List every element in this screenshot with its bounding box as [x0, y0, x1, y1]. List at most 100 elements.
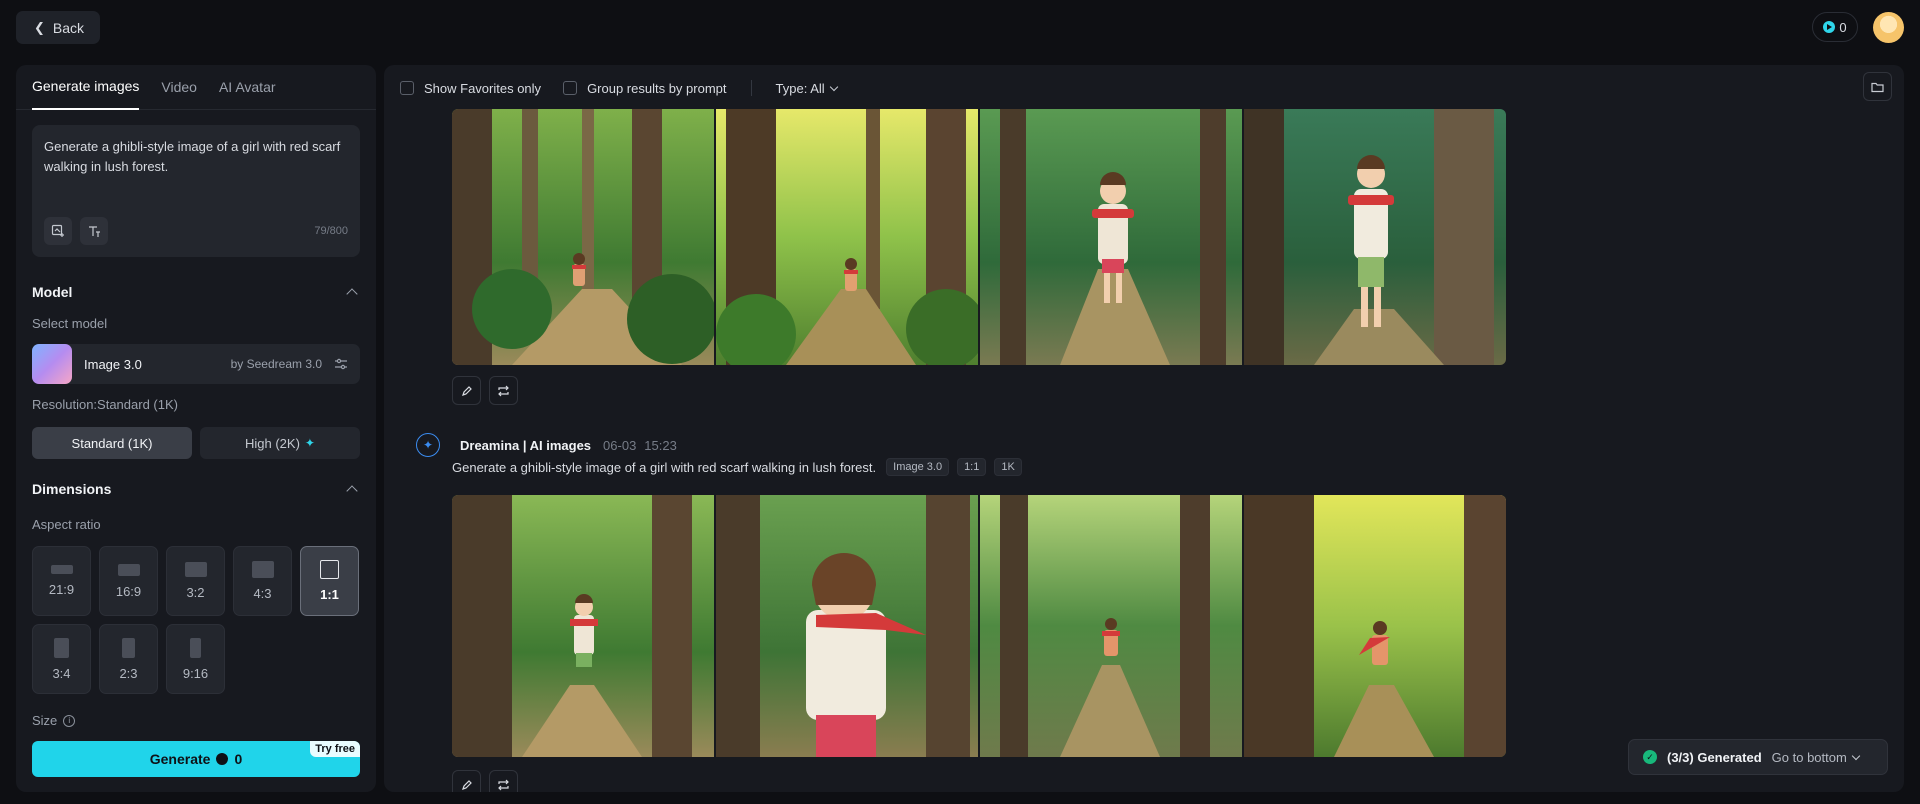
- edit-button[interactable]: [452, 376, 481, 405]
- type-filter-dropdown[interactable]: Type: All: [776, 81, 838, 96]
- generated-image[interactable]: [1244, 495, 1506, 757]
- model-section-title: Model: [32, 284, 73, 300]
- resolution-high-button[interactable]: High (2K) ✦: [200, 427, 360, 459]
- chevron-down-icon: [829, 82, 838, 91]
- go-to-bottom-label: Go to bottom: [1771, 749, 1847, 765]
- go-to-bottom-button[interactable]: Go to bottom: [1771, 749, 1861, 765]
- ratio-21-9[interactable]: 21:9: [32, 546, 91, 616]
- model-tag: Image 3.0: [886, 458, 950, 476]
- favorites-filter[interactable]: Show Favorites only: [400, 81, 541, 96]
- tab-generate-images[interactable]: Generate images: [32, 65, 140, 110]
- filter-bar: Show Favorites only Group results by pro…: [400, 78, 838, 98]
- size-label: Size i: [32, 713, 76, 728]
- dreamina-logo-icon: ✦: [416, 433, 440, 457]
- aspect-ratio-label: Aspect ratio: [32, 517, 101, 532]
- group-by-prompt-filter[interactable]: Group results by prompt: [563, 80, 727, 96]
- resolution-label: Resolution:Standard (1K): [32, 397, 178, 412]
- back-button[interactable]: ❮ Back: [16, 11, 100, 44]
- check-circle-icon: ✓: [1643, 750, 1657, 764]
- text-style-button[interactable]: [80, 217, 108, 245]
- credits-badge[interactable]: 0: [1812, 12, 1858, 42]
- forest-image-1-2: [716, 109, 978, 365]
- tab-video[interactable]: Video: [161, 65, 197, 110]
- tab-ai-avatar[interactable]: AI Avatar: [219, 65, 276, 110]
- generated-image[interactable]: [716, 495, 978, 757]
- ratio-label: 21:9: [48, 582, 75, 597]
- ratio-shape: [320, 560, 339, 579]
- ratio-shape: [190, 637, 201, 658]
- generation-status-toast: ✓ (3/3) Generated Go to bottom: [1628, 739, 1888, 775]
- ratio-label: 4:3: [253, 586, 272, 601]
- generated-image[interactable]: [980, 109, 1242, 365]
- resolution-tag: 1K: [994, 458, 1022, 476]
- ratio-label: 16:9: [115, 583, 142, 599]
- image-set-1: [452, 109, 1506, 365]
- reference-image-button[interactable]: [44, 217, 72, 245]
- ratio-1-1[interactable]: 1:1: [300, 546, 359, 616]
- credit-icon: [1823, 21, 1836, 33]
- generated-image[interactable]: [452, 109, 714, 365]
- checkbox[interactable]: [400, 81, 414, 95]
- model-name: Image 3.0: [84, 356, 142, 372]
- checkbox[interactable]: [563, 81, 578, 95]
- chevron-up-icon: [346, 485, 358, 497]
- chevron-up-icon: [346, 288, 358, 300]
- generated-image[interactable]: [716, 109, 978, 365]
- regenerate-button[interactable]: [489, 376, 518, 405]
- repeat-icon: [498, 385, 509, 396]
- forest-image-1-3: [980, 109, 1242, 365]
- prompt-input[interactable]: Generate a ghibli-style image of a girl …: [32, 125, 360, 257]
- generated-image[interactable]: [980, 495, 1242, 757]
- model-section-header[interactable]: Model: [16, 282, 376, 302]
- select-model-label: Select model: [32, 316, 108, 331]
- ratio-label: 3:2: [186, 585, 205, 600]
- generate-label: Generate: [149, 751, 211, 767]
- image-set-1-actions: [452, 376, 518, 405]
- repeat-icon: [498, 779, 509, 790]
- divider: [750, 80, 752, 96]
- char-count: 79/800: [314, 225, 348, 237]
- back-label: Back: [52, 19, 85, 36]
- generation-date: 06-03: [603, 437, 637, 453]
- regenerate-button[interactable]: [489, 770, 518, 792]
- resolution-standard-label: Standard (1K): [71, 435, 153, 451]
- edit-button[interactable]: [452, 770, 481, 792]
- folder-icon: [1871, 82, 1884, 92]
- settings-sliders-icon[interactable]: [334, 357, 348, 371]
- generation-group-header: ✦ Dreamina | AI images 06-03 15:23: [416, 433, 677, 457]
- ratio-shape: [184, 562, 207, 577]
- resolution-standard-button[interactable]: Standard (1K): [32, 427, 192, 459]
- ratio-tag: 1:1: [957, 458, 987, 476]
- pencil-icon: [461, 385, 472, 396]
- ratio-2-3[interactable]: 2:3: [99, 624, 158, 694]
- text-icon: [89, 226, 100, 237]
- ratio-label: 3:4: [52, 665, 71, 681]
- ratio-3-4[interactable]: 3:4: [32, 624, 91, 694]
- generated-image[interactable]: [1244, 109, 1506, 365]
- sparkle-icon: ✦: [304, 436, 315, 450]
- ratio-label: 9:16: [182, 665, 209, 681]
- dimensions-section-header[interactable]: Dimensions: [16, 479, 376, 499]
- avatar[interactable]: [1873, 12, 1904, 43]
- mode-tabs: Generate images Video AI Avatar: [16, 65, 376, 110]
- image-set-2-actions: [452, 770, 518, 792]
- prompt-text[interactable]: Generate a ghibli-style image of a girl …: [44, 137, 348, 177]
- forest-image-2-3: [980, 495, 1242, 757]
- group-label: Group results by prompt: [587, 80, 727, 96]
- ratio-9-16[interactable]: 9:16: [166, 624, 225, 694]
- ratio-4-3[interactable]: 4:3: [233, 546, 292, 616]
- generation-time: 15:23: [644, 437, 677, 453]
- dimensions-section-title: Dimensions: [32, 481, 112, 497]
- generate-button[interactable]: Generate 0 Try free: [32, 741, 360, 777]
- ratio-16-9[interactable]: 16:9: [99, 546, 158, 616]
- ratio-shape: [251, 561, 274, 578]
- generated-image[interactable]: [452, 495, 714, 757]
- model-selector[interactable]: Image 3.0 by Seedream 3.0: [32, 344, 360, 384]
- ratio-3-2[interactable]: 3:2: [166, 546, 225, 616]
- forest-image-2-4: [1244, 495, 1506, 757]
- info-icon[interactable]: i: [63, 714, 76, 727]
- resolution-high-label: High (2K): [245, 435, 300, 451]
- folder-button[interactable]: [1863, 72, 1892, 101]
- generation-prompt[interactable]: Generate a ghibli-style image of a girl …: [452, 460, 876, 475]
- image-set-2: [452, 495, 1506, 757]
